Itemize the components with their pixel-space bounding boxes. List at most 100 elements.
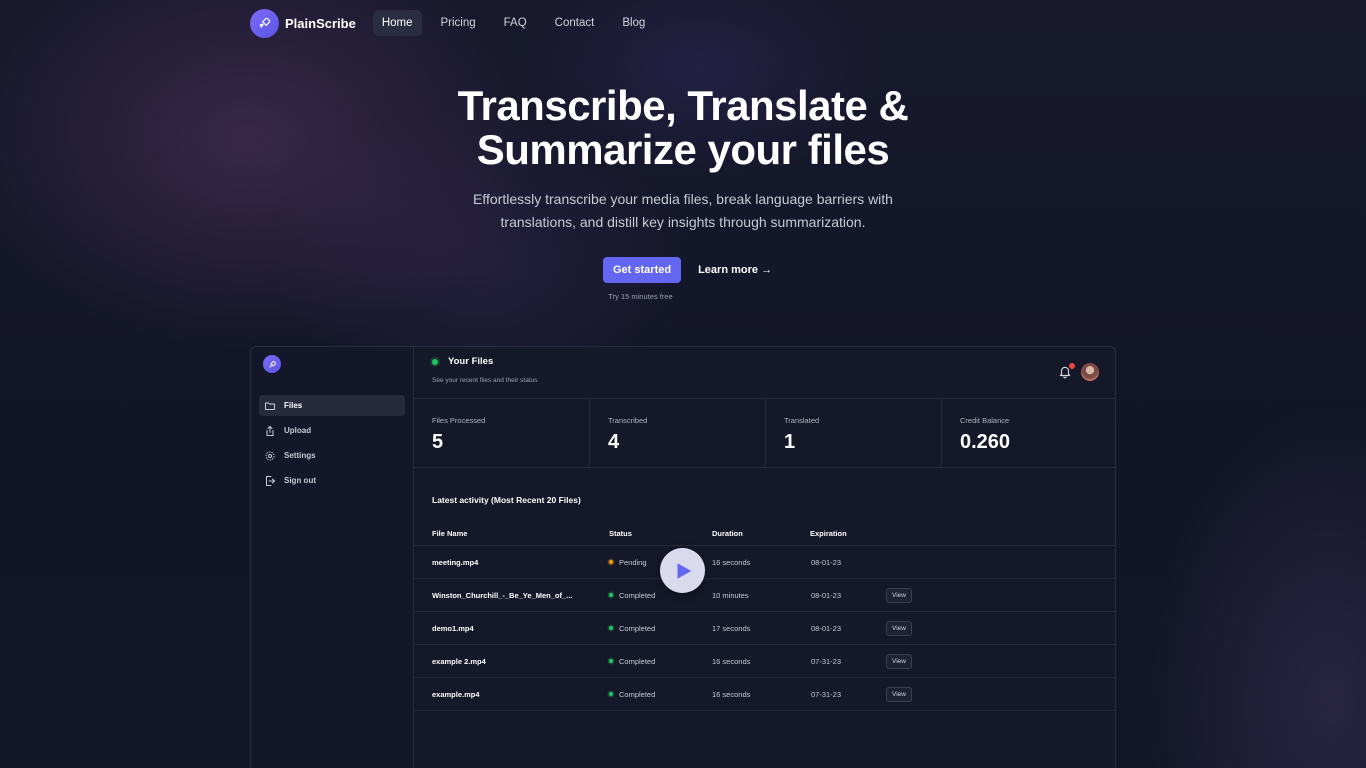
stat-files-processed: Files Processed 5 <box>414 399 590 467</box>
table-header: File Name Status Duration Expiration <box>414 525 1115 546</box>
rocket-logo-icon[interactable] <box>250 8 279 38</box>
avatar[interactable] <box>1081 363 1099 381</box>
nav-contact[interactable]: Contact <box>546 10 604 36</box>
status-cell: Completed <box>609 678 655 710</box>
files-header: Your Files See your recent files and the… <box>432 356 538 384</box>
status-cell: Completed <box>609 612 655 644</box>
sidebar-item-sign-out[interactable]: Sign out <box>259 470 405 491</box>
free-trial-note: Try 15 minutes free <box>608 292 673 301</box>
status-cell: Pending <box>609 546 647 578</box>
file-name: meeting.mp4 <box>432 557 479 567</box>
duration: 16 seconds <box>712 656 751 666</box>
files-table: File Name Status Duration Expiration mee… <box>414 525 1115 711</box>
sidebar-item-upload[interactable]: Upload <box>259 420 405 441</box>
file-name: demo1.mp4 <box>432 623 474 633</box>
status-text: Completed <box>619 623 656 633</box>
nav-home[interactable]: Home <box>372 10 422 36</box>
completed-status-icon <box>609 593 613 597</box>
sidebar-item-files[interactable]: Files <box>259 395 405 416</box>
stat-label: Transcribed <box>608 416 648 425</box>
view-button[interactable]: View <box>886 653 912 669</box>
cta-row: Get started Learn more → <box>603 257 772 283</box>
hero-title: Transcribe, Translate & Summarize your f… <box>0 84 1366 172</box>
folder-icon <box>264 400 276 412</box>
stat-translated: Translated 1 <box>766 399 942 467</box>
stats-row: Files Processed 5 Transcribed 4 Translat… <box>414 398 1115 468</box>
sign-out-icon <box>264 475 276 487</box>
duration: 16 seconds <box>712 689 751 699</box>
column-header: Status <box>609 529 632 538</box>
stat-label: Credit Balance <box>960 416 1010 425</box>
status-text: Completed <box>619 689 656 699</box>
file-name: Winston_Churchill_-_Be_Ye_Men_of_... <box>432 590 573 600</box>
file-name: example 2.mp4 <box>432 656 486 666</box>
stat-label: Files Processed <box>432 416 486 425</box>
table-row[interactable]: demo1.mp4 Completed 17 seconds 08-01-23 … <box>414 612 1115 645</box>
pending-status-icon <box>609 560 613 564</box>
status-text: Completed <box>619 656 656 666</box>
stat-value: 4 <box>608 431 620 453</box>
completed-status-icon <box>609 659 613 663</box>
activity-title: Latest activity (Most Recent 20 Files) <box>432 495 581 505</box>
play-button[interactable] <box>660 548 705 593</box>
online-status-icon <box>432 358 438 365</box>
gear-icon <box>264 450 276 462</box>
expiration: 07-31-23 <box>811 656 842 666</box>
sidebar: Files Upload Settings Sign out <box>251 347 414 768</box>
hero-subtitle: Effortlessly transcribe your media files… <box>473 191 893 230</box>
completed-status-icon <box>609 626 613 630</box>
expiration: 08-01-23 <box>811 623 842 633</box>
view-button[interactable]: View <box>886 686 912 702</box>
view-button[interactable]: View <box>886 587 912 603</box>
stat-transcribed: Transcribed 4 <box>590 399 766 467</box>
status-text: Pending <box>619 557 647 567</box>
stat-value: 1 <box>784 431 796 453</box>
table-row[interactable]: example 2.mp4 Completed 16 seconds 07-31… <box>414 645 1115 678</box>
hero-title-line1: Transcribe, Translate & <box>457 82 909 129</box>
rocket-logo-icon <box>263 355 281 373</box>
upload-icon <box>264 425 276 437</box>
play-icon <box>677 562 691 579</box>
status-cell: Completed <box>609 579 655 611</box>
view-cell: View <box>886 612 912 644</box>
nav-blog[interactable]: Blog <box>613 10 654 36</box>
stat-value: 5 <box>432 431 444 453</box>
table-row[interactable]: meeting.mp4 Pending 16 seconds 08-01-23 <box>414 546 1115 579</box>
duration: 10 minutes <box>712 590 749 600</box>
duration: 16 seconds <box>712 557 751 567</box>
nav-pricing[interactable]: Pricing <box>432 10 485 36</box>
view-cell: View <box>886 579 912 611</box>
status-cell: Completed <box>609 645 655 677</box>
top-nav: PlainScribe Home Pricing FAQ Contact Blo… <box>250 8 664 38</box>
notification-badge <box>1069 363 1075 369</box>
stat-credit-balance: Credit Balance 0.260 <box>942 399 1115 467</box>
files-subtitle: See your recent files and their status <box>432 377 538 384</box>
status-text: Completed <box>619 590 656 600</box>
column-header: Expiration <box>810 529 847 538</box>
table-row[interactable]: Winston_Churchill_-_Be_Ye_Men_of_... Com… <box>414 579 1115 612</box>
file-name: example.mp4 <box>432 689 480 699</box>
view-cell: View <box>886 645 912 677</box>
nav-faq[interactable]: FAQ <box>495 10 536 36</box>
view-button[interactable]: View <box>886 620 912 636</box>
files-title-text: Your Files <box>448 356 494 367</box>
files-title: Your Files <box>432 356 538 367</box>
column-header: File Name <box>432 529 468 538</box>
expiration: 07-31-23 <box>811 689 842 699</box>
expiration: 08-01-23 <box>811 590 842 600</box>
sidebar-item-label: Sign out <box>284 476 316 485</box>
expiration: 08-01-23 <box>811 557 842 567</box>
sidebar-item-settings[interactable]: Settings <box>259 445 405 466</box>
stat-value: 0.260 <box>960 431 1011 453</box>
duration: 17 seconds <box>712 623 751 633</box>
learn-more-link[interactable]: Learn more → <box>698 264 772 276</box>
sidebar-item-label: Files <box>284 401 303 410</box>
files-panel: Your Files See your recent files and the… <box>414 347 1115 768</box>
table-row[interactable]: example.mp4 Completed 16 seconds 07-31-2… <box>414 678 1115 711</box>
get-started-button[interactable]: Get started <box>603 257 682 283</box>
column-header: Duration <box>712 529 743 538</box>
hero-title-line2: Summarize your files <box>476 126 890 173</box>
brand-name[interactable]: PlainScribe <box>285 16 356 31</box>
sidebar-item-label: Upload <box>284 426 312 435</box>
stat-label: Translated <box>784 416 820 425</box>
